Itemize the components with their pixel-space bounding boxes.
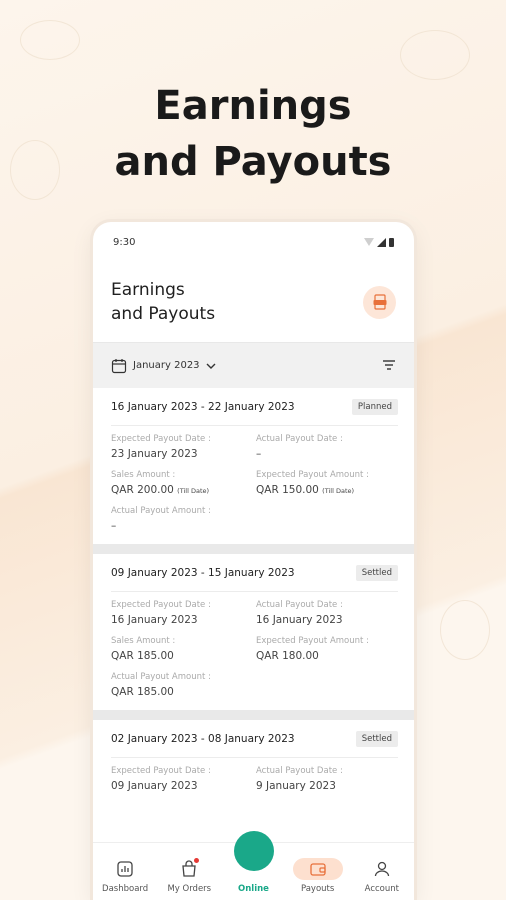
page-title-line-2: and Payouts (111, 304, 216, 324)
field-value: – (256, 448, 262, 460)
payout-card[interactable]: 02 January 2023 - 08 January 2023 Settle… (93, 720, 414, 804)
expected-payout-date: Expected Payout Date : 16 January 2023 (111, 600, 256, 626)
expected-payout-date: Expected Payout Date : 23 January 2023 (111, 434, 256, 460)
nav-label: Online (238, 884, 269, 894)
status-bar: 9:30 (93, 222, 414, 262)
wifi-icon (364, 238, 374, 246)
till-date-note: (Till Date) (177, 487, 210, 495)
payout-date-range: 16 January 2023 - 22 January 2023 (111, 400, 295, 413)
page-title: Earnings and Payouts (111, 278, 251, 326)
promo-headline: Earnings and Payouts (0, 78, 506, 190)
field-label: Expected Payout Amount : (256, 636, 369, 646)
field-label: Actual Payout Amount : (111, 506, 211, 516)
field-label: Expected Payout Amount : (256, 470, 369, 480)
signal-icon (377, 237, 386, 247)
payout-card-header: 09 January 2023 - 15 January 2023 Settle… (111, 554, 398, 592)
field-label: Expected Payout Date : (111, 600, 211, 610)
payout-card[interactable]: 09 January 2023 - 15 January 2023 Settle… (93, 554, 414, 710)
background-doodle (20, 20, 80, 60)
field-label: Expected Payout Date : (111, 434, 211, 444)
nav-label: Dashboard (102, 884, 149, 894)
sales-amount: Sales Amount : QAR 200.00 (Till Date) (111, 470, 256, 496)
month-selector[interactable]: January 2023 (111, 358, 216, 374)
field-label: Expected Payout Date : (111, 766, 211, 776)
calendar-icon (111, 358, 127, 373)
field-label: Actual Payout Date : (256, 766, 343, 776)
notification-dot (194, 858, 200, 863)
payout-card-header: 16 January 2023 - 22 January 2023 Planne… (111, 388, 398, 426)
filter-button[interactable] (382, 356, 396, 375)
download-pdf-button[interactable] (363, 285, 396, 319)
payout-card-header: 02 January 2023 - 08 January 2023 Settle… (111, 720, 398, 758)
payout-card[interactable]: 16 January 2023 - 22 January 2023 Planne… (93, 388, 414, 544)
actual-payout-date: Actual Payout Date : – (256, 434, 398, 460)
payout-date-range: 09 January 2023 - 15 January 2023 (111, 566, 295, 579)
page-title-line-1: Earnings (111, 280, 185, 300)
field-value: 9 January 2023 (256, 780, 336, 792)
bottom-nav: Dashboard My Orders Online Payouts Accou… (93, 831, 414, 900)
nav-dashboard[interactable]: Dashboard (97, 858, 153, 894)
wallet-icon (292, 858, 343, 880)
status-icons (364, 237, 394, 247)
field-value: QAR 200.00 (Till Date) (111, 484, 256, 496)
background-doodle (400, 30, 470, 80)
amount-value: QAR 150.00 (256, 484, 319, 496)
chevron-down-icon (206, 363, 216, 369)
headline-line-2: and Payouts (114, 139, 392, 185)
till-date-note: (Till Date) (322, 487, 355, 495)
status-time: 9:30 (113, 236, 136, 248)
app-header: Earnings and Payouts (93, 262, 414, 342)
nav-account[interactable]: Account (354, 858, 410, 894)
sales-amount: Sales Amount : QAR 185.00 (111, 636, 256, 662)
field-value: 09 January 2023 (111, 780, 198, 792)
field-label: Sales Amount : (111, 470, 176, 480)
shopping-bag-icon (174, 858, 204, 880)
expected-payout-date: Expected Payout Date : 09 January 2023 (111, 766, 256, 792)
nav-label: Payouts (300, 884, 335, 894)
actual-payout-amount: Actual Payout Amount : QAR 185.00 (111, 672, 256, 698)
actual-payout-date: Actual Payout Date : 16 January 2023 (256, 600, 398, 626)
nav-label: My Orders (167, 884, 212, 894)
status-badge: Settled (355, 730, 398, 747)
field-label: Actual Payout Amount : (111, 672, 211, 682)
actual-payout-date: Actual Payout Date : 9 January 2023 (256, 766, 398, 792)
month-label: January 2023 (133, 360, 200, 371)
nav-payouts[interactable]: Payouts (290, 858, 346, 894)
field-value: 16 January 2023 (111, 614, 198, 626)
field-value: 23 January 2023 (111, 448, 198, 460)
battery-icon (389, 237, 394, 247)
user-icon (367, 858, 397, 880)
pdf-icon (373, 294, 386, 310)
field-value: QAR 185.00 (111, 686, 174, 698)
status-badge: Planned (351, 398, 398, 415)
amount-value: QAR 200.00 (111, 484, 174, 496)
online-toggle-button[interactable] (234, 831, 274, 871)
field-value: QAR 185.00 (111, 650, 174, 662)
field-value: 16 January 2023 (256, 614, 343, 626)
field-value: – (111, 520, 117, 532)
background-doodle (440, 600, 490, 660)
payout-date-range: 02 January 2023 - 08 January 2023 (111, 732, 295, 745)
expected-payout-amount: Expected Payout Amount : QAR 180.00 (256, 636, 398, 662)
field-value: QAR 150.00 (Till Date) (256, 484, 398, 496)
field-label: Actual Payout Date : (256, 434, 343, 444)
headline-line-1: Earnings (154, 83, 352, 129)
dashboard-icon (110, 858, 140, 880)
nav-label: Account (364, 884, 399, 894)
status-badge: Settled (355, 564, 398, 581)
payout-list: 16 January 2023 - 22 January 2023 Planne… (93, 388, 414, 804)
filter-bar: January 2023 (93, 342, 414, 388)
expected-payout-amount: Expected Payout Amount : QAR 150.00 (Til… (256, 470, 398, 496)
field-value: QAR 180.00 (256, 650, 319, 662)
actual-payout-amount: Actual Payout Amount : – (111, 506, 256, 532)
nav-my-orders[interactable]: My Orders (161, 858, 217, 894)
field-label: Sales Amount : (111, 636, 176, 646)
filter-icon (383, 360, 395, 370)
phone-screen: 9:30 Earnings and Payouts January 2023 1… (93, 222, 414, 900)
field-label: Actual Payout Date : (256, 600, 343, 610)
